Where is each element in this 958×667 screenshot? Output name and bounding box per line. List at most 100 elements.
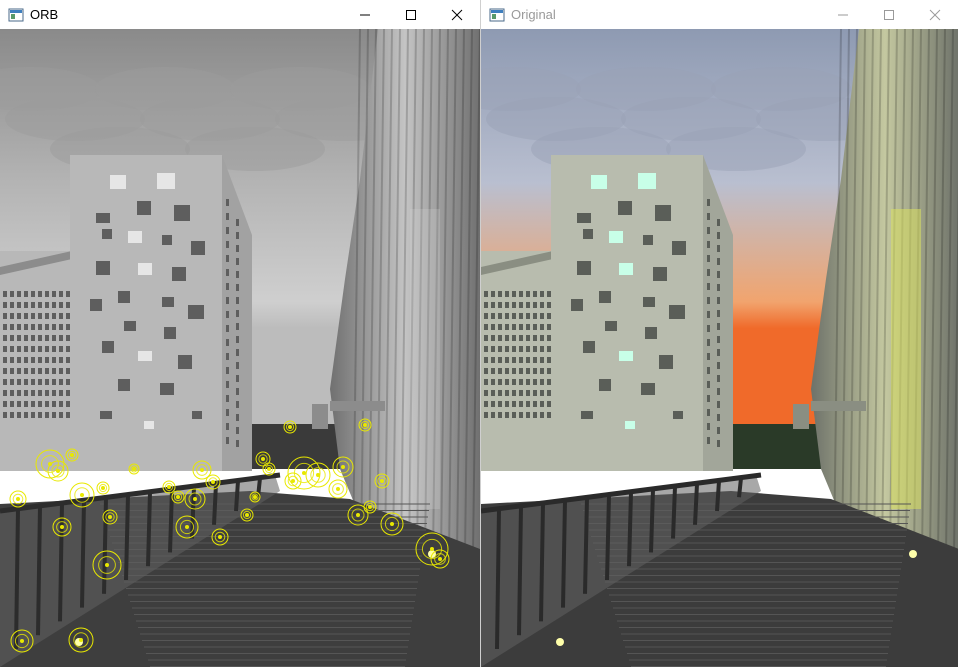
window [484, 313, 488, 319]
window [484, 302, 488, 308]
tower-window [577, 213, 591, 223]
side-window [707, 353, 710, 360]
side-window [717, 297, 720, 304]
window [31, 412, 35, 418]
tower-window [118, 379, 130, 391]
window [547, 401, 551, 407]
side-window [717, 401, 720, 408]
maximize-button[interactable] [388, 0, 434, 29]
side-window [707, 227, 710, 234]
window [3, 302, 7, 308]
window [533, 390, 537, 396]
orb-keypoint [96, 481, 110, 495]
side-window [717, 310, 720, 317]
side-window [236, 427, 239, 434]
window [17, 302, 21, 308]
window [540, 324, 544, 330]
window [498, 357, 502, 363]
window [526, 412, 530, 418]
window [498, 313, 502, 319]
railing-post [124, 494, 130, 581]
window [52, 379, 56, 385]
window [17, 291, 21, 297]
side-window [707, 199, 710, 206]
window [547, 379, 551, 385]
side-window [717, 271, 720, 278]
window [505, 357, 509, 363]
window [52, 313, 56, 319]
window [519, 335, 523, 341]
side-window [707, 381, 710, 388]
window [505, 379, 509, 385]
window [66, 379, 70, 385]
window [512, 368, 516, 374]
side-window [717, 427, 720, 434]
window [38, 412, 42, 418]
tower-window [583, 229, 593, 239]
window [24, 379, 28, 385]
side-window [226, 213, 229, 220]
window [540, 313, 544, 319]
window [24, 412, 28, 418]
side-window [707, 241, 710, 248]
side-window [226, 269, 229, 276]
side-window [717, 219, 720, 226]
window [547, 335, 551, 341]
window [59, 390, 63, 396]
maximize-button[interactable] [866, 0, 912, 29]
side-window [236, 232, 239, 239]
minimize-button[interactable] [342, 0, 388, 29]
side-window [226, 311, 229, 318]
window [24, 313, 28, 319]
window [526, 379, 530, 385]
tower-window [583, 341, 595, 353]
railing-post [495, 508, 501, 650]
side-window [707, 269, 710, 276]
original-titlebar[interactable]: Original [481, 0, 958, 29]
orb-titlebar[interactable]: ORB [0, 0, 480, 29]
window [31, 324, 35, 330]
close-button[interactable] [434, 0, 480, 29]
tower-window [138, 351, 152, 361]
side-window [707, 423, 710, 430]
orb-window: ORB [0, 0, 480, 667]
window [38, 379, 42, 385]
tower-window [164, 327, 176, 339]
window [512, 335, 516, 341]
tower-window [110, 175, 126, 189]
window [526, 313, 530, 319]
tower-window [162, 235, 172, 245]
window [31, 335, 35, 341]
window [505, 368, 509, 374]
side-window [226, 199, 229, 206]
tower-window [128, 231, 142, 243]
window [38, 313, 42, 319]
window [52, 368, 56, 374]
window [540, 401, 544, 407]
window [491, 412, 495, 418]
window [52, 335, 56, 341]
side-window [717, 440, 720, 447]
window [512, 313, 516, 319]
window [66, 291, 70, 297]
window [10, 291, 14, 297]
window [533, 335, 537, 341]
window [491, 401, 495, 407]
tower-window [118, 291, 130, 303]
side-window [236, 219, 239, 226]
window [17, 379, 21, 385]
close-icon [451, 9, 463, 20]
close-button[interactable] [912, 0, 958, 29]
tower-window [178, 355, 192, 369]
side-window [717, 323, 720, 330]
window [484, 390, 488, 396]
window [10, 379, 14, 385]
side-window [236, 349, 239, 356]
window [533, 357, 537, 363]
side-window [717, 258, 720, 265]
facade-glow [891, 209, 921, 509]
window [498, 324, 502, 330]
minimize-button[interactable] [820, 0, 866, 29]
window [38, 291, 42, 297]
railing-post [146, 492, 152, 567]
